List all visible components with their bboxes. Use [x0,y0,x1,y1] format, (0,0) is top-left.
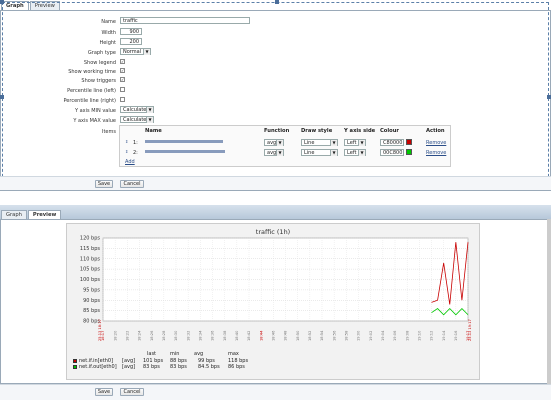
x-tick-label: 18:32 [186,331,190,341]
x-tick-label: 18:30 [174,330,178,341]
x-tick-label: 18:26 [150,330,154,341]
legend-header: max [228,351,239,357]
y-tick-label: 100 bps [80,277,100,283]
legend-header: last [147,351,157,357]
x-tick-label: 18:20 [113,330,117,341]
legend-last: 83 bps [143,364,160,370]
x-tick-label: 18:22 [126,331,130,341]
y-tick-label: 110 bps [80,256,100,262]
y-tick-label: 105 bps [80,267,100,273]
legend-func: [avg] [122,364,136,370]
x-tick-label: 18:28 [162,330,166,341]
x-tick-label: 19:14 [442,330,446,341]
y-tick-label: 120 bps [80,236,100,242]
legend-min: 83 bps [170,364,187,370]
x-tick-label: 19:08 [405,330,409,341]
x-tick-label: 19:10 [418,330,422,341]
x-tick-label: 19:06 [393,330,397,341]
x-tick-label: 18:58 [345,330,349,341]
x-tick-label: 18:34 [199,330,203,341]
x-tick-label: 18:38 [223,330,227,341]
y-tick-label: 95 bps [83,287,100,293]
save-button[interactable]: Save [95,388,113,396]
legend-header: min [170,351,180,357]
legend-name: net.if.out[eth0] [79,364,117,370]
chart-plot: 120 bps 115 bps 110 bps 105 bps 100 bps 95 bp… [80,236,472,341]
x-tick-label: 18:52 [308,331,312,341]
x-tick-label: 19:02 [369,331,373,341]
legend-header: avg [194,351,204,357]
cancel-button[interactable]: Cancel [120,388,144,396]
x-tick-label: 18:44 [259,330,263,341]
preview-footer [0,384,551,400]
x-tick-label: 18:46 [272,330,276,341]
y-tick-label: 85 bps [83,308,100,314]
x-tick-label: 18:54 [320,330,324,341]
x-tick-label: 18:36 [211,330,215,341]
x-tick-label: 18:50 [296,330,300,341]
x-start-label: 25.13 18:17 [98,319,102,341]
y-tick-label: 115 bps [80,246,100,252]
x-tick-label: 18:40 [235,330,239,341]
legend-swatch [73,364,77,369]
legend-max: 86 bps [228,364,245,370]
x-tick-label: 19:04 [381,330,385,341]
legend-swatch [73,358,77,363]
x-end-label: 25.13 19:17 [468,319,472,341]
x-tick-label: 19:00 [357,330,361,341]
x-tick-label: 18:56 [332,330,336,341]
x-tick-label: 19:16 [454,330,458,341]
legend-avg: 84.5 bps [198,364,220,370]
x-tick-label: 18:24 [138,330,142,341]
x-tick-label: 18:42 [247,331,251,341]
y-tick-label: 90 bps [83,298,100,304]
x-tick-label: 18:48 [284,330,288,341]
x-tick-label: 19:12 [430,331,434,341]
